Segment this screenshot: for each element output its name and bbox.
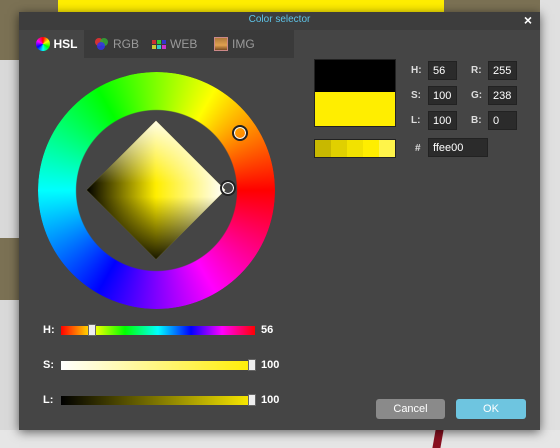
background-panel — [0, 300, 20, 448]
saturation-slider-thumb[interactable] — [248, 359, 256, 371]
h-field[interactable]: 56 — [428, 61, 457, 80]
g-field[interactable]: 238 — [488, 86, 517, 105]
r-field[interactable]: 255 — [488, 61, 517, 80]
hue-slider-value: 56 — [261, 324, 274, 336]
dialog-title: Color selector — [248, 14, 311, 25]
current-color-swatch — [314, 92, 396, 127]
mode-tabs: HSL RGB WEB IMG — [29, 30, 294, 58]
g-field-label: G: — [471, 90, 483, 101]
hue-handle[interactable] — [232, 125, 248, 141]
saturation-slider-label: S: — [43, 359, 54, 371]
palette-swatch[interactable] — [331, 140, 347, 157]
b-field[interactable]: 0 — [488, 111, 517, 130]
hue-slider-label: H: — [43, 324, 55, 336]
b-field-label: B: — [471, 115, 482, 126]
web-grid-icon — [152, 37, 166, 51]
r-field-label: R: — [471, 65, 482, 76]
background-yellow-strip — [58, 0, 444, 12]
lightness-slider-thumb[interactable] — [248, 394, 256, 406]
palette-strip — [314, 139, 396, 158]
background-panel — [0, 60, 20, 238]
h-field-label: H: — [411, 65, 422, 76]
hex-field[interactable]: ffee00 — [428, 138, 488, 157]
dialog-titlebar: Color selector × — [19, 12, 540, 30]
cancel-button[interactable]: Cancel — [376, 399, 445, 419]
sl-handle[interactable] — [220, 180, 236, 196]
saturation-slider-track[interactable] — [61, 361, 255, 370]
tab-rgb[interactable]: RGB — [95, 30, 139, 58]
hue-slider-thumb[interactable] — [88, 324, 96, 336]
background-panel — [540, 0, 560, 448]
tab-label: RGB — [113, 37, 140, 51]
l-field[interactable]: 100 — [428, 111, 457, 130]
saturation-slider-value: 100 — [261, 359, 280, 371]
tab-label: WEB — [170, 37, 198, 51]
lightness-slider-track[interactable] — [61, 396, 255, 405]
color-selector-dialog: Color selector × HSL RGB WEB IMG H: 56 S… — [19, 12, 540, 430]
lightness-slider-label: L: — [43, 394, 54, 406]
ok-button[interactable]: OK — [456, 399, 526, 419]
palette-swatch[interactable] — [347, 140, 363, 157]
tab-label: IMG — [232, 37, 255, 51]
image-icon — [214, 37, 228, 51]
tab-label: HSL — [53, 37, 78, 51]
tab-img[interactable]: IMG — [214, 30, 255, 58]
palette-swatch[interactable] — [315, 140, 331, 157]
rgb-circles-icon — [95, 37, 109, 51]
hex-field-label: # — [415, 143, 421, 154]
s-field-label: S: — [411, 90, 421, 101]
palette-swatch[interactable] — [379, 140, 395, 157]
tab-web[interactable]: WEB — [152, 30, 197, 58]
previous-color-swatch — [314, 59, 396, 93]
close-icon[interactable]: × — [524, 12, 532, 28]
l-field-label: L: — [411, 115, 421, 126]
background-panel — [0, 430, 560, 448]
tab-hsl[interactable]: HSL — [29, 30, 84, 58]
lightness-slider-value: 100 — [261, 394, 280, 406]
s-field[interactable]: 100 — [428, 86, 457, 105]
color-wheel-icon — [35, 37, 50, 51]
palette-swatch[interactable] — [363, 140, 379, 157]
